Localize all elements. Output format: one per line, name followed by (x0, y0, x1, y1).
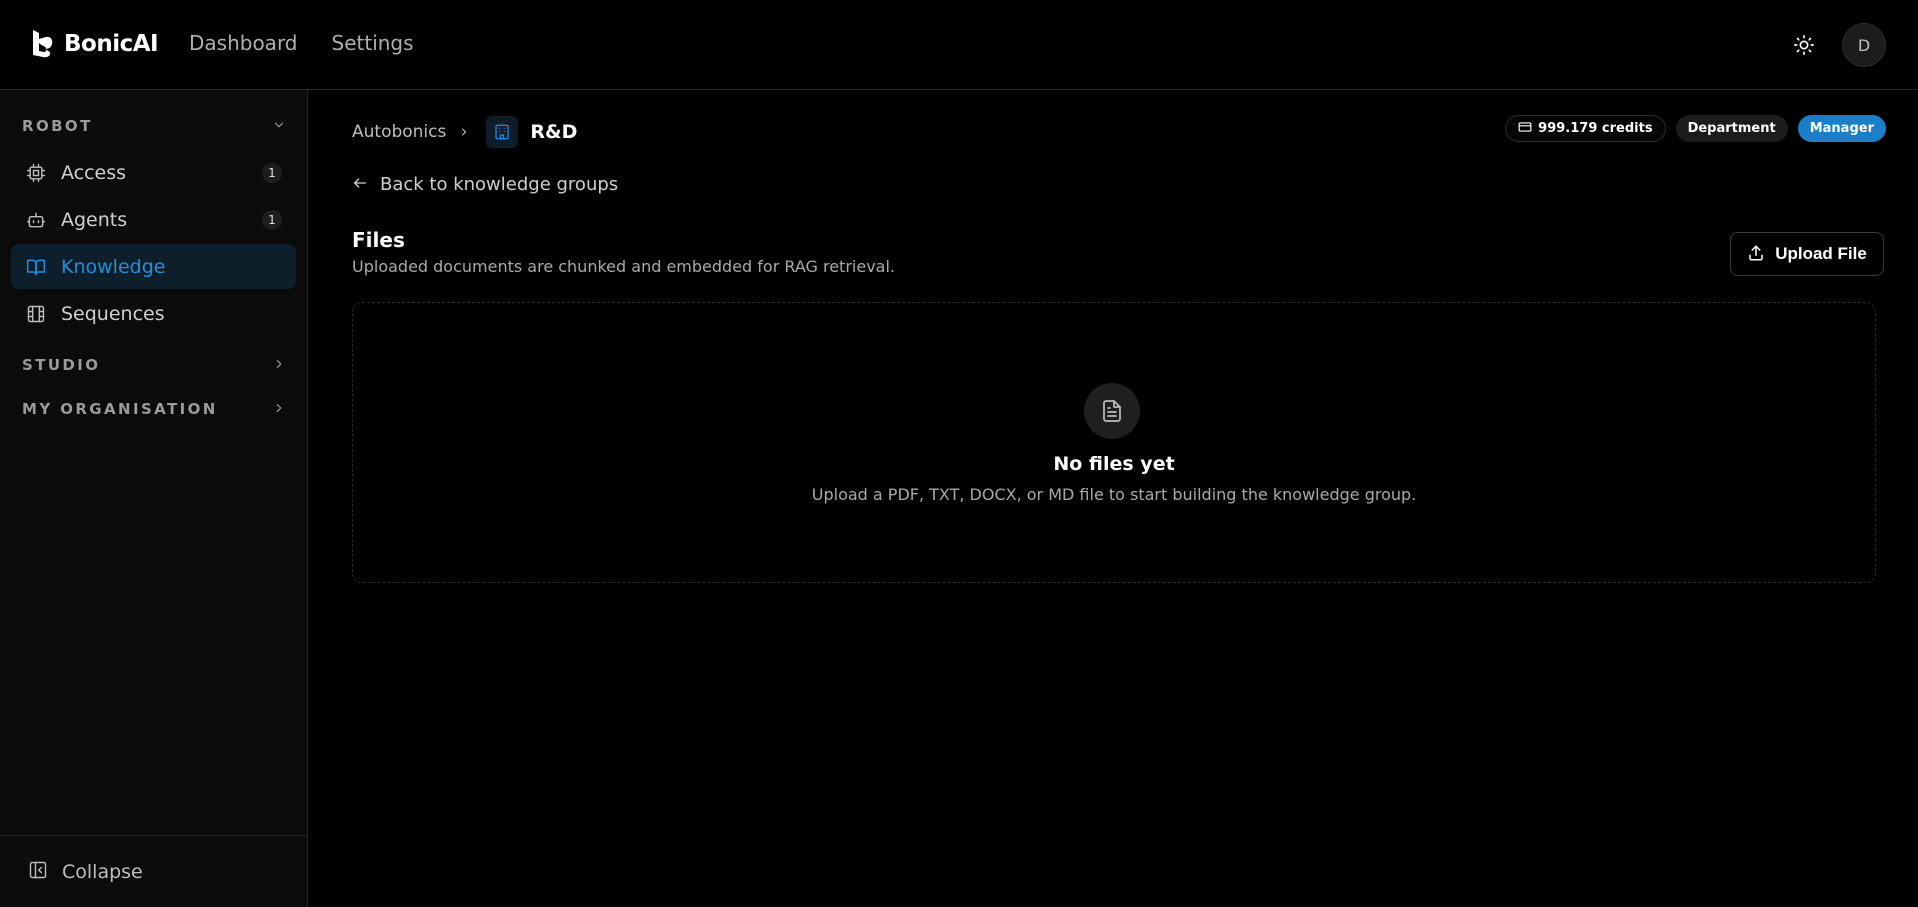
upload-file-button[interactable]: Upload File (1730, 232, 1884, 276)
files-title: Files (352, 228, 405, 252)
back-link-label: Back to knowledge groups (380, 174, 619, 195)
arrow-left-icon (352, 175, 368, 195)
sidebar-item-agents[interactable]: Agents 1 (11, 197, 296, 242)
back-to-knowledge-groups-link[interactable]: Back to knowledge groups (352, 174, 618, 195)
sidebar-item-label: Knowledge (61, 255, 166, 278)
main-content: Autobonics R&D 999.179 credits Departmen… (308, 90, 1918, 907)
top-nav: Dashboard Settings (189, 31, 414, 55)
empty-state-title: No files yet (1053, 453, 1175, 475)
brand-name: BonicAI (64, 31, 159, 57)
section-studio-title: STUDIO (22, 356, 101, 374)
panel-collapse-icon (28, 860, 48, 884)
breadcrumb-root[interactable]: Autobonics (352, 122, 446, 142)
nav-settings[interactable]: Settings (332, 31, 414, 55)
role-badge: Manager (1797, 115, 1886, 142)
section-org-title: MY ORGANISATION (22, 400, 218, 418)
sun-icon[interactable] (1791, 32, 1817, 58)
collapse-button[interactable]: Collapse (28, 860, 143, 884)
nav-dashboard[interactable]: Dashboard (189, 31, 298, 55)
collapse-label: Collapse (62, 861, 143, 883)
sidebar-item-sequences[interactable]: Sequences (11, 291, 296, 336)
chevron-down-icon (272, 117, 286, 136)
section-robot[interactable]: ROBOT (22, 114, 286, 138)
bonicai-logo-icon (30, 28, 56, 60)
credits-badge: 999.179 credits (1505, 115, 1666, 142)
upload-icon (1747, 244, 1765, 265)
sidebar-item-label: Agents (61, 208, 128, 231)
upload-file-label: Upload File (1775, 244, 1867, 263)
section-my-organisation[interactable]: MY ORGANISATION (22, 397, 286, 421)
sidebar-item-label: Sequences (61, 302, 165, 325)
avatar[interactable]: D (1842, 23, 1886, 67)
files-subtitle: Uploaded documents are chunked and embed… (352, 257, 895, 276)
brand[interactable]: BonicAI (30, 28, 159, 60)
file-text-icon (1084, 383, 1140, 439)
count-badge: 1 (262, 210, 282, 230)
count-badge: 1 (262, 163, 282, 183)
credit-card-icon (1518, 120, 1532, 138)
file-dropzone[interactable]: No files yet Upload a PDF, TXT, DOCX, or… (352, 302, 1876, 583)
sidebar-item-label: Access (61, 161, 127, 184)
film-icon (25, 303, 47, 325)
empty-state-subtitle: Upload a PDF, TXT, DOCX, or MD file to s… (811, 485, 1417, 504)
chevron-right-icon (272, 356, 286, 375)
section-robot-title: ROBOT (22, 117, 93, 135)
bot-icon (25, 209, 47, 231)
department-badge: Department (1675, 115, 1788, 142)
credits-text: 999.179 credits (1538, 121, 1653, 136)
chevron-right-icon (458, 123, 470, 142)
sidebar: ROBOT Access 1 Agents 1 Knowledge Sequen… (0, 90, 308, 907)
cpu-icon (25, 162, 47, 184)
building-icon (486, 116, 519, 148)
chevron-right-icon (272, 400, 286, 419)
top-bar: BonicAI Dashboard Settings D (0, 0, 1918, 90)
breadcrumb-current: R&D (530, 121, 578, 143)
sidebar-item-access[interactable]: Access 1 (11, 150, 296, 195)
breadcrumb: Autobonics R&D (352, 116, 577, 148)
account-pills: 999.179 credits Department Manager (1505, 115, 1886, 142)
section-studio[interactable]: STUDIO (22, 353, 286, 377)
sidebar-item-knowledge[interactable]: Knowledge (11, 244, 296, 289)
sidebar-footer: Collapse (0, 835, 307, 907)
book-open-icon (25, 256, 47, 278)
